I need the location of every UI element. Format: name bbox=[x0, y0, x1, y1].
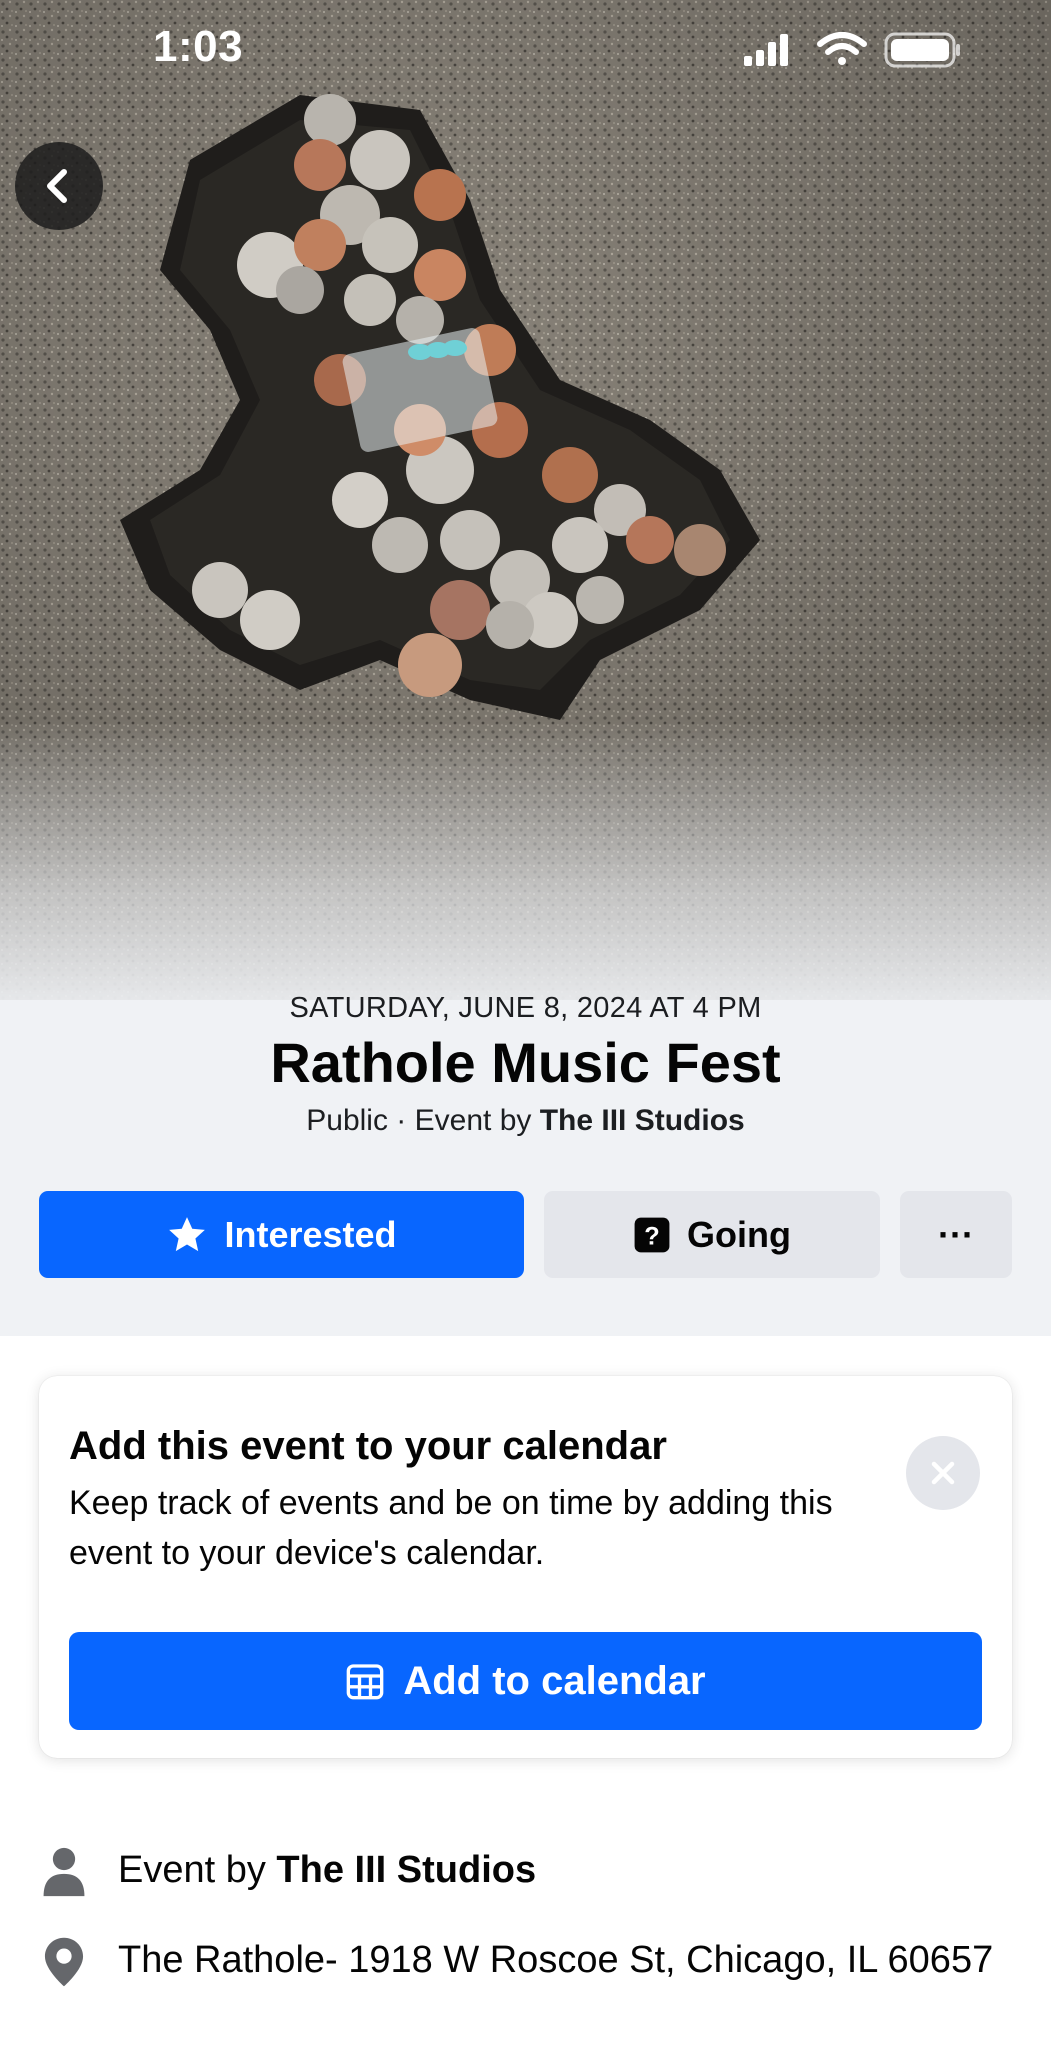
more-options-icon: ··· bbox=[938, 1213, 974, 1255]
status-bar-icons bbox=[742, 30, 962, 70]
add-to-calendar-button[interactable]: Add to calendar bbox=[69, 1632, 982, 1730]
more-options-button[interactable]: ··· bbox=[900, 1191, 1012, 1278]
location-pin-icon bbox=[40, 1936, 88, 1988]
add-to-calendar-card: Add this event to your calendar Keep tra… bbox=[39, 1376, 1012, 1758]
back-button[interactable] bbox=[15, 142, 103, 230]
event-date: SATURDAY, JUNE 8, 2024 AT 4 PM bbox=[289, 992, 762, 1024]
detail-host-text: Event by The III Studios bbox=[118, 1846, 998, 1894]
event-meta: Public · Event by The III Studios bbox=[0, 1104, 1051, 1138]
question-box-icon: ? bbox=[633, 1216, 671, 1254]
going-label: Going bbox=[687, 1213, 791, 1255]
close-icon bbox=[931, 1461, 955, 1485]
cover-fade-overlay bbox=[0, 720, 1051, 1030]
card-body: Keep track of events and be on time by a… bbox=[69, 1484, 833, 1572]
event-host-link[interactable]: The III Studios bbox=[540, 1104, 745, 1137]
add-to-calendar-label: Add to calendar bbox=[403, 1658, 706, 1703]
svg-text:?: ? bbox=[644, 1222, 659, 1250]
event-by-prefix: Event by bbox=[414, 1104, 540, 1137]
going-button[interactable]: ? Going bbox=[544, 1191, 880, 1278]
detail-host-prefix: Event by bbox=[118, 1849, 277, 1891]
dismiss-card-button[interactable] bbox=[906, 1436, 980, 1510]
cellular-signal-icon bbox=[744, 34, 788, 66]
interested-button[interactable]: Interested bbox=[39, 1191, 524, 1278]
detail-location-text: The Rathole- 1918 W Roscoe St, Chicago, … bbox=[118, 1939, 994, 1981]
event-title: Rathole Music Fest bbox=[270, 1031, 781, 1094]
star-icon bbox=[166, 1214, 208, 1256]
interested-label: Interested bbox=[224, 1213, 397, 1255]
calendar-icon bbox=[345, 1661, 385, 1701]
meta-separator: · bbox=[387, 1104, 415, 1137]
event-cover-photo bbox=[0, 0, 1051, 1030]
detail-host-name[interactable]: The III Studios bbox=[276, 1849, 536, 1891]
wifi-icon bbox=[817, 32, 867, 65]
card-title: Add this event to your calendar bbox=[69, 1424, 667, 1468]
person-icon bbox=[40, 1846, 88, 1898]
event-privacy: Public bbox=[306, 1104, 388, 1137]
chevron-left-icon bbox=[47, 169, 67, 203]
battery-icon bbox=[884, 32, 960, 68]
status-bar-time: 1:03 bbox=[153, 22, 244, 71]
